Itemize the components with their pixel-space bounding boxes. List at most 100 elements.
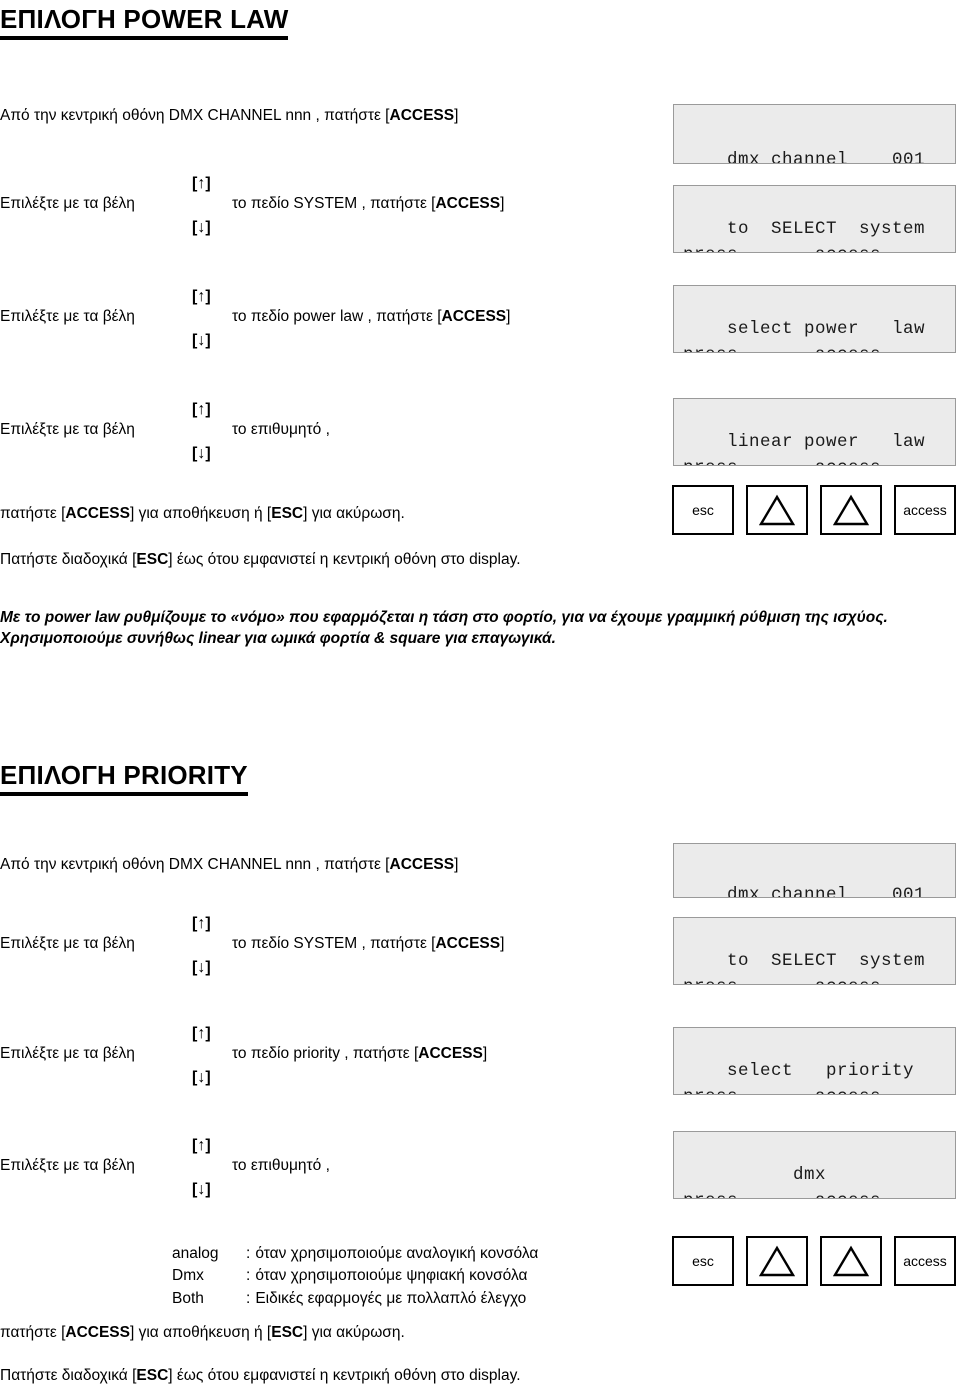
arrow-keys-group: [↑] [↓] [192, 173, 226, 236]
esc-button[interactable]: esc [672, 1236, 734, 1286]
escape-key-esc: ESC [136, 1367, 169, 1384]
legend-name: analog [172, 1245, 219, 1262]
legend-row-analog: analog : όταν χρησιμοποιούμε αναλογική κ… [172, 1243, 538, 1265]
priority-options-legend: analog : όταν χρησιμοποιούμε αναλογική κ… [172, 1243, 538, 1310]
esc-button-label: esc [692, 1253, 714, 1269]
save-key-access: ACCESS [65, 1324, 130, 1341]
step-rest-key: ACCESS [435, 195, 501, 212]
step-instruction: το επιθυμητό , [232, 421, 330, 439]
lcd-display-dmx-channel: dmx channel 001 [673, 104, 956, 164]
lcd-line-1: dmx channel 001 [727, 150, 926, 164]
triangle-down-icon [833, 494, 869, 526]
step-row-priority-field: Επιλέξτε με τα βέλη [↑] [↓] το πεδίο pri… [0, 1023, 640, 1093]
step-rest-suffix: ] [482, 1045, 488, 1062]
legend-colon: : [246, 1245, 251, 1262]
down-arrow-button[interactable] [820, 1236, 882, 1286]
access-button-label: access [903, 502, 947, 518]
lcd-display-select-system: to SELECT system press access [673, 185, 956, 253]
intro-prefix: Από την κεντρική οθόνη DMX CHANNEL nnn ,… [0, 856, 390, 873]
save-key-access: ACCESS [65, 505, 130, 522]
legend-desc: όταν χρησιμοποιούμε ψηφιακή κονσόλα [255, 1267, 528, 1285]
lcd-line-1: select power law [727, 319, 926, 340]
escape-line-priority: Πατήστε διαδοχικά [ESC] έως ότου εμφανισ… [0, 1366, 521, 1387]
step-rest-prefix: το πεδίο SYSTEM , πατήστε [ [232, 195, 436, 212]
step-label: Επιλέξτε με τα βέλη [0, 1157, 135, 1174]
arrow-keys-group: [↑] [↓] [192, 1023, 226, 1086]
legend-colon: : [246, 1267, 251, 1285]
lcd-line-1: dmx [727, 1165, 827, 1186]
step-rest-suffix: ] [506, 308, 511, 325]
save-line-power-law: πατήστε [ACCESS] για αποθήκευση ή [ESC] … [0, 504, 405, 525]
arrow-keys-group: [↑] [↓] [192, 1135, 226, 1198]
escape-line-power-law: Πατήστε διαδοχικά [ESC] έως ότου εμφανισ… [0, 550, 521, 571]
step-rest-key: ACCESS [418, 1045, 483, 1062]
lcd-line-2: press access [683, 1191, 881, 1198]
step-rest-suffix: ] [500, 195, 505, 212]
lcd-display-select-system-2: to SELECT system press access [673, 917, 956, 985]
step-instruction: το επιθυμητό , [232, 1157, 330, 1175]
step-instruction: το πεδίο priority , πατήστε [ACCESS] [232, 1045, 487, 1063]
escape-b: ] έως ότου εμφανιστεί η κεντρική οθόνη σ… [168, 551, 521, 568]
access-button-label: access [903, 1253, 947, 1269]
down-arrow-button[interactable] [820, 485, 882, 535]
legend-colon: : [246, 1289, 251, 1307]
up-arrow-button[interactable] [746, 485, 808, 535]
lcd-line-1: to SELECT system [727, 219, 926, 240]
arrow-down-icon: [↓] [192, 219, 211, 236]
arrow-up-icon: [↑] [192, 401, 211, 418]
legend-desc: Ειδικές εφαρμογές με πολλαπλό έλεγχο [255, 1289, 527, 1307]
esc-button-label: esc [692, 502, 714, 518]
lcd-line-2: press access [683, 245, 881, 252]
save-c: ] για ακύρωση. [303, 505, 405, 522]
save-b: ] για αποθήκευση ή [ [130, 505, 272, 522]
step-rest-prefix: το επιθυμητό , [232, 421, 330, 438]
arrow-keys-group: [↑] [↓] [192, 286, 226, 349]
arrow-down-icon: [↓] [192, 445, 211, 462]
triangle-down-icon [833, 1245, 869, 1277]
access-button[interactable]: access [894, 1236, 956, 1286]
step-rest-prefix: το επιθυμητό , [232, 1157, 330, 1174]
step-label: Επιλέξτε με τα βέλη [0, 935, 135, 952]
intro-key: ACCESS [389, 856, 455, 873]
legend-row-both: Both : Ειδικές εφαρμογές με πολλαπλό έλε… [172, 1288, 538, 1310]
save-a: πατήστε [ [0, 505, 66, 522]
intro-prefix: Από την κεντρική οθόνη DMX CHANNEL nnn ,… [0, 107, 390, 124]
esc-button[interactable]: esc [672, 485, 734, 535]
step-rest-key: ACCESS [435, 935, 501, 952]
keypad-row-priority: esc access [672, 1236, 956, 1286]
intro-suffix: ] [454, 107, 459, 124]
save-line-priority: πατήστε [ACCESS] για αποθήκευση ή [ESC] … [0, 1323, 405, 1344]
step-rest-prefix: το πεδίο SYSTEM , πατήστε [ [232, 935, 436, 952]
step-row-powerlaw-field: Επιλέξτε με τα βέλη [↑] [↓] το πεδίο pow… [0, 286, 640, 356]
save-b: ] για αποθήκευση ή [ [130, 1324, 272, 1341]
access-button[interactable]: access [894, 485, 956, 535]
legend-name: Dmx [172, 1267, 204, 1285]
intro-suffix: ] [454, 856, 459, 873]
legend-name: Both [172, 1289, 204, 1307]
step-label: Επιλέξτε με τα βέλη [0, 1045, 135, 1062]
arrow-down-icon: [↓] [192, 1069, 211, 1086]
step-rest-suffix: ] [500, 935, 505, 952]
save-a: πατήστε [ [0, 1324, 66, 1341]
save-key-esc: ESC [271, 505, 304, 522]
lcd-line-2: press access [683, 977, 881, 984]
step-row-desired-value-priority: Επιλέξτε με τα βέλη [↑] [↓] το επιθυμητό… [0, 1135, 640, 1205]
step-label: Επιλέξτε με τα βέλη [0, 195, 135, 212]
arrow-up-icon: [↑] [192, 1025, 211, 1042]
section-title-power-law: ΕΠΙΛΟΓΗ POWER LAW [0, 5, 289, 41]
lcd-line-1: linear power law [727, 432, 926, 453]
up-arrow-button[interactable] [746, 1236, 808, 1286]
escape-a: Πατήστε διαδοχικά [ [0, 551, 137, 568]
lcd-display-select-priority: select priority press access [673, 1027, 956, 1095]
legend-row-dmx: Dmx : όταν χρησιμοποιούμε ψηφιακή κονσόλ… [172, 1265, 538, 1287]
lcd-line-2: press access [683, 345, 881, 352]
step-label: Επιλέξτε με τα βέλη [0, 308, 135, 325]
step-instruction: το πεδίο SYSTEM , πατήστε [ACCESS] [232, 195, 504, 213]
arrow-up-icon: [↑] [192, 1137, 211, 1154]
lcd-line-2: press access [683, 458, 881, 465]
lcd-display-dmx-value: dmx press access [673, 1131, 956, 1199]
step-rest-prefix: το πεδίο priority , πατήστε [ [232, 1045, 419, 1062]
arrow-down-icon: [↓] [192, 1181, 211, 1198]
step-rest-key: ACCESS [441, 308, 507, 325]
lcd-line-2: press access [683, 1087, 881, 1094]
